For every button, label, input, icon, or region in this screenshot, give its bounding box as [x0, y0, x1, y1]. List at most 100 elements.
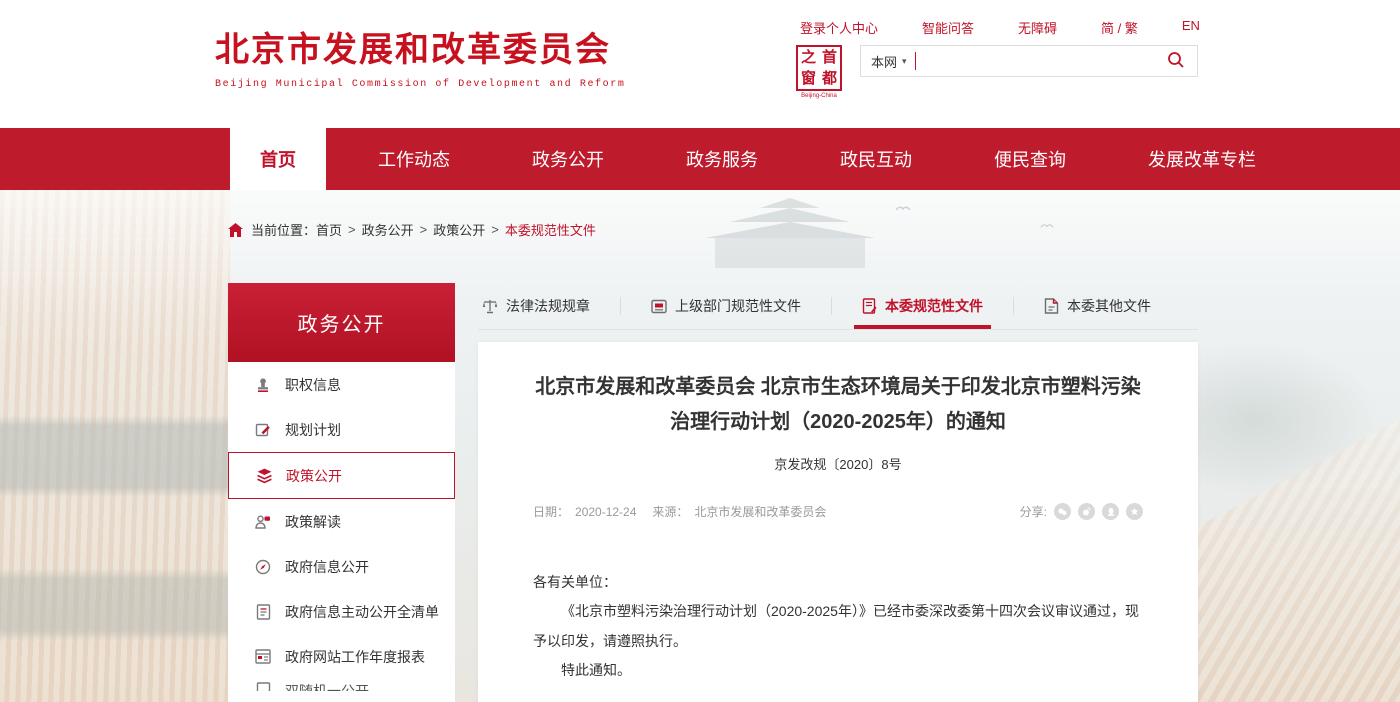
more-share-icon[interactable] [1126, 503, 1143, 520]
breadcrumb-home[interactable]: 首页 [316, 220, 342, 239]
seal-char: 首 [819, 47, 840, 68]
document-list-icon [254, 603, 272, 621]
tab-divider [831, 297, 832, 315]
site-subtitle: Beijing Municipal Commission of Developm… [215, 79, 625, 90]
nav-item-convenient-inquiry[interactable]: 便民查询 [964, 128, 1096, 190]
seal-icon: 之 首 窗 都 [796, 45, 842, 91]
utility-links: 登录个人中心 智能问答 无障碍 简 / 繁 EN [800, 18, 1200, 37]
article-source: 北京市发展和改革委员会 [694, 505, 826, 519]
search-scope-value: 本网 [871, 52, 897, 71]
article-title: 北京市发展和改革委员会 北京市生态环境局关于印发北京市塑料污染治理行动计划（20… [533, 370, 1143, 440]
sidebar-item-gov-info-disclosure[interactable]: 政府信息公开 [228, 544, 455, 589]
accessibility-link[interactable]: 无障碍 [1018, 18, 1057, 37]
share-bar: 分享: [1020, 503, 1143, 520]
search-box: 本网 ▾ [860, 45, 1198, 77]
nav-item-reform-special[interactable]: 发展改革专栏 [1118, 128, 1286, 190]
simplified-traditional-link[interactable]: 简 / 繁 [1101, 18, 1138, 37]
breadcrumb-prefix: 当前位置： [251, 220, 316, 239]
sidebar-item-double-random-disclosure[interactable]: 双随机一公开 [228, 679, 455, 691]
nav-item-home[interactable]: 首页 [230, 128, 326, 190]
main-content: 法律法规规章 上级部门规范性文件 本委规范性文件 本 [478, 283, 1198, 702]
breadcrumb-current: 本委规范性文件 [505, 220, 596, 239]
tab-laws-regulations[interactable]: 法律法规规章 [478, 296, 594, 316]
report-table-icon [254, 648, 272, 666]
sidebar-item-policy-disclosure[interactable]: 政策公开 [228, 452, 455, 499]
breadcrumb-separator: > [491, 222, 499, 237]
tab-commission-normative-docs[interactable]: 本委规范性文件 [858, 296, 987, 316]
date-label: 日期： [533, 505, 569, 519]
sidebar-item-label: 政策解读 [285, 512, 341, 532]
search-icon [1167, 51, 1185, 69]
main-navigation: 首页 工作动态 政务公开 政务服务 政民互动 便民查询 发展改革专栏 [0, 128, 1400, 190]
seal-caption: Beijing-China [793, 93, 845, 99]
document-pen-icon [862, 298, 877, 314]
document-icon [254, 681, 272, 691]
paragraph: 各有关单位： [533, 568, 1143, 597]
sidebar-title: 政务公开 [228, 283, 455, 362]
sidebar-item-policy-interpretation[interactable]: 政策解读 [228, 499, 455, 544]
sidebar-item-label: 双随机一公开 [285, 681, 369, 691]
site-title: 北京市发展和改革委员会 [215, 22, 625, 71]
nav-item-gov-services[interactable]: 政务服务 [656, 128, 788, 190]
breadcrumb-separator: > [420, 222, 428, 237]
article-body: 各有关单位： 《北京市塑料污染治理行动计划（2020-2025年）》已经市委深改… [533, 568, 1143, 686]
search-input[interactable] [924, 46, 1165, 76]
search-button[interactable] [1165, 49, 1187, 74]
sidebar-item-authority-info[interactable]: 职权信息 [228, 362, 455, 407]
nav-item-public-interaction[interactable]: 政民互动 [810, 128, 942, 190]
capital-window-seal[interactable]: 之 首 窗 都 Beijing-China [793, 45, 845, 99]
sidebar-item-label: 政府信息主动公开全清单 [285, 602, 439, 622]
stamp-icon [254, 376, 272, 394]
article-card: 北京市发展和改革委员会 北京市生态环境局关于印发北京市塑料污染治理行动计划（20… [478, 342, 1198, 702]
article-meta: 日期： 2020-12-24 来源： 北京市发展和改革委员会 [533, 503, 832, 520]
seal-char: 之 [798, 47, 819, 68]
article-date: 2020-12-24 [575, 505, 636, 519]
smart-qa-link[interactable]: 智能问答 [922, 18, 974, 37]
nav-item-work-news[interactable]: 工作动态 [348, 128, 480, 190]
site-logo[interactable]: 北京市发展和改革委员会 Beijing Municipal Commission… [215, 22, 625, 90]
search-scope-dropdown[interactable]: 本网 ▾ [871, 52, 907, 71]
article-meta-row: 日期： 2020-12-24 来源： 北京市发展和改革委员会 分享: [533, 503, 1143, 530]
text-cursor [915, 52, 916, 70]
sidebar-item-annual-website-report[interactable]: 政府网站工作年度报表 [228, 634, 455, 679]
document-corner-icon [1044, 298, 1059, 314]
nav-item-gov-disclosure[interactable]: 政务公开 [502, 128, 634, 190]
layers-icon [255, 467, 273, 485]
breadcrumb-gov-disclosure[interactable]: 政务公开 [362, 220, 414, 239]
tab-label: 上级部门规范性文件 [675, 296, 801, 316]
sidebar-item-label: 政府网站工作年度报表 [285, 647, 425, 667]
sidebar-item-proactive-disclosure-list[interactable]: 政府信息主动公开全清单 [228, 589, 455, 634]
breadcrumb: 当前位置： 首页 > 政务公开 > 政策公开 > 本委规范性文件 [228, 220, 596, 239]
sidebar: 政务公开 职权信息 规划计划 政策公开 政策解读 [228, 283, 455, 702]
sidebar-item-label: 职权信息 [285, 375, 341, 395]
scales-icon [482, 299, 498, 314]
sidebar-item-label: 政策公开 [286, 466, 342, 486]
tab-commission-other-docs[interactable]: 本委其他文件 [1040, 296, 1155, 316]
chevron-down-icon: ▾ [902, 56, 907, 67]
english-link[interactable]: EN [1182, 18, 1200, 37]
bird-icon [1040, 222, 1054, 229]
wechat-share-icon[interactable] [1054, 503, 1071, 520]
bird-icon [895, 204, 911, 212]
sidebar-item-planning[interactable]: 规划计划 [228, 407, 455, 452]
breadcrumb-policy-disclosure[interactable]: 政策公开 [433, 220, 485, 239]
seal-char: 都 [819, 68, 840, 89]
source-label: 来源： [652, 505, 688, 519]
seal-char: 窗 [798, 68, 819, 89]
qq-share-icon[interactable] [1102, 503, 1119, 520]
share-label: 分享: [1020, 503, 1047, 520]
compass-icon [254, 558, 272, 576]
background-left-roof [0, 190, 230, 702]
home-icon[interactable] [228, 223, 243, 237]
tab-label: 法律法规规章 [506, 296, 590, 316]
login-personal-center-link[interactable]: 登录个人中心 [800, 18, 878, 37]
breadcrumb-separator: > [348, 222, 356, 237]
person-chat-icon [254, 513, 272, 531]
tab-superior-normative-docs[interactable]: 上级部门规范性文件 [647, 296, 805, 316]
site-header: 北京市发展和改革委员会 Beijing Municipal Commission… [0, 0, 1400, 128]
sidebar-item-label: 规划计划 [285, 420, 341, 440]
paragraph: 特此通知。 [533, 656, 1143, 685]
tab-divider [1013, 297, 1014, 315]
weibo-share-icon[interactable] [1078, 503, 1095, 520]
tab-label: 本委其他文件 [1067, 296, 1151, 316]
